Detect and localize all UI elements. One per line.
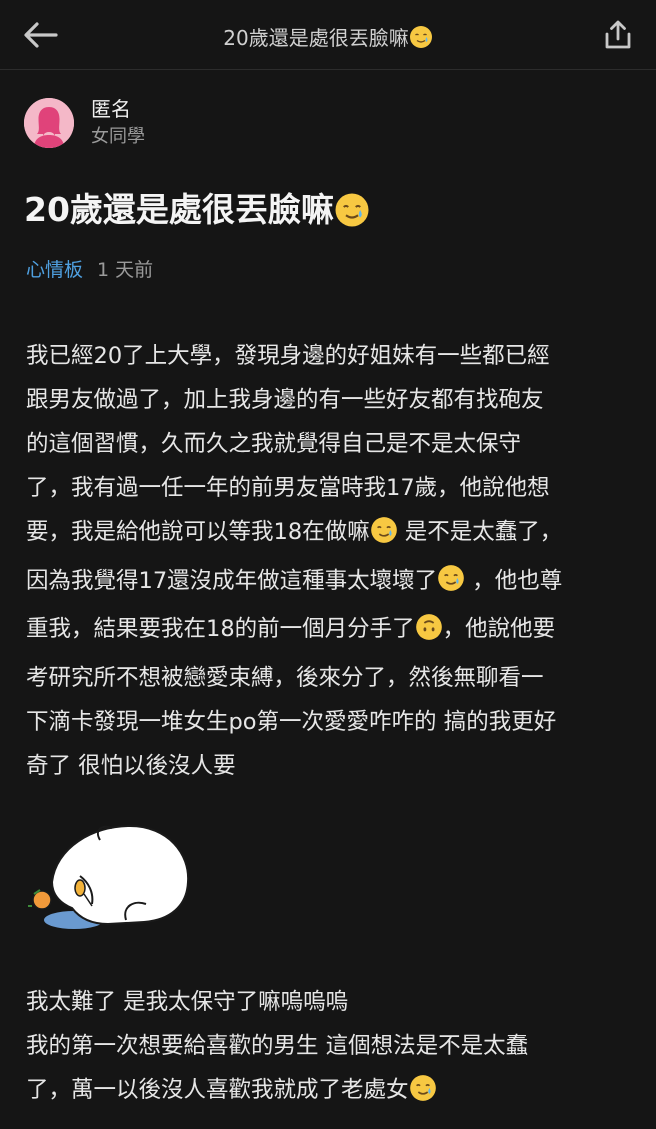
body-line: 的這個習慣，久而久之我就覺得自己是不是太保守	[26, 431, 522, 457]
board-link[interactable]: 心情板	[26, 259, 83, 281]
tearful-smile-emoji-icon	[409, 25, 433, 54]
body-text-segment: 要，我是給他說可以等我18在做嘛	[26, 519, 370, 545]
tearful-smile-emoji-icon	[437, 563, 465, 607]
body-line: 因為我覺得17還沒成年做這種事太壞壞了 ，他也尊	[26, 559, 630, 608]
avatar[interactable]	[24, 98, 74, 148]
post-meta: 心情板 1 天前	[26, 256, 153, 284]
body-line: 我的第一次想要給喜歡的男生 這個想法是不是太蠢	[26, 1033, 529, 1059]
post-title: 20歲還是處很丟臉嘛	[24, 186, 634, 241]
post-body: 我已經20了上大學，發現身邊的好姐妹有一些都已經 跟男友做過了，加上我身邊的有一…	[26, 334, 630, 788]
body-line: 考研究所不想被戀愛束縛，後來分了，然後無聊看一	[26, 664, 544, 691]
body-line: 重我，結果要我在18的前一個月分手了 ，他說他要	[26, 607, 630, 656]
top-bar: 20歲還是處很丟臉嘛	[0, 0, 656, 70]
body-line: 要，我是給他說可以等我18在做嘛 是不是太蠢了，	[26, 510, 630, 559]
body-text-segment: 了，萬一以後沒人喜歡我就成了老處女	[26, 1077, 409, 1103]
body-line: 跟男友做過了，加上我身邊的有一些好友都有找砲友	[26, 387, 544, 413]
body-line: 了，萬一以後沒人喜歡我就成了老處女	[26, 1068, 630, 1117]
body-line: 奇了 很怕以後沒人要	[26, 752, 236, 779]
crying-bunny-sticker-icon	[22, 820, 198, 938]
body-line: 我已經20了上大學，發現身邊的好姐妹有一些都已經	[26, 343, 550, 369]
post-body-2: 我太難了 是我太保守了嘛嗚嗚嗚 我的第一次想要給喜歡的男生 這個想法是不是太蠢 …	[26, 980, 630, 1117]
author-meta: 匿名 女同學	[91, 96, 145, 150]
tearful-smile-emoji-icon	[370, 515, 398, 559]
post-title-text: 20歲還是處很丟臉嘛	[24, 190, 334, 229]
body-line: 了，我有過一任一年的前男友當時我17歲，他說他想	[26, 475, 550, 501]
body-line: 我太難了 是我太保守了嘛嗚嗚嗚	[26, 989, 349, 1015]
share-icon	[605, 20, 631, 49]
author-school: 女同學	[91, 126, 145, 147]
share-button[interactable]	[598, 16, 638, 54]
body-text-segment: ，他也尊	[465, 567, 563, 594]
page-title-text: 20歲還是處很丟臉嘛	[223, 26, 409, 50]
body-text-segment: 重我，結果要我在18的前一個月分手了	[26, 616, 415, 642]
back-button[interactable]	[20, 17, 60, 53]
author-info: 匿名 女同學	[24, 96, 145, 150]
body-text-segment: ，他說他要	[442, 616, 556, 642]
body-text-segment: 因為我覺得17還沒成年做這種事太壞壞了	[26, 567, 438, 594]
female-avatar-icon	[24, 98, 74, 148]
tearful-smile-emoji-icon	[409, 1073, 437, 1117]
page-title: 20歲還是處很丟臉嘛	[110, 22, 546, 54]
arrow-left-icon	[24, 22, 58, 48]
upside-down-face-emoji-icon	[415, 612, 443, 656]
body-text-segment: 是不是太蠢了，	[397, 519, 563, 545]
tearful-smile-emoji-icon	[334, 192, 370, 241]
body-line: 下滴卡發現一堆女生po第一次愛愛咋咋的 搞的我更好	[26, 708, 557, 735]
author-name: 匿名	[91, 97, 131, 121]
post-time: 1 天前	[97, 259, 154, 281]
